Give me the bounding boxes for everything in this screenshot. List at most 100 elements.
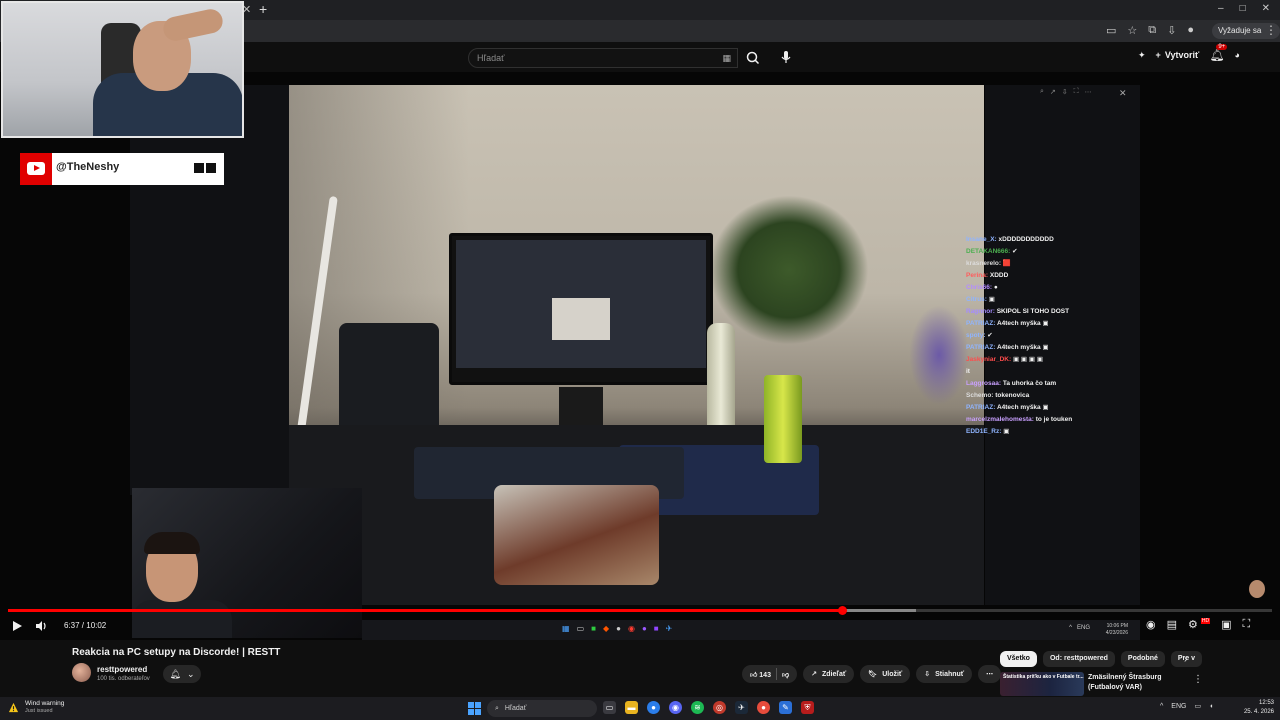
mini-viewer-avatar [1249, 580, 1265, 598]
app-red-icon[interactable]: ◎ [713, 701, 726, 714]
like-button[interactable]: 👍︎ 143 [750, 670, 771, 679]
voice-search-button[interactable] [776, 47, 796, 67]
chat-username: Citrus: [966, 296, 987, 303]
channel-name[interactable]: resttpowered [97, 665, 147, 674]
recommended-more-icon[interactable]: ⋮ [1193, 674, 1203, 685]
filter-chip[interactable]: Od: resttpowered [1042, 651, 1115, 667]
maximize-icon[interactable]: □ [1240, 3, 1246, 14]
autoplay-toggle-icon[interactable]: ◉ [1146, 618, 1156, 631]
volume-button[interactable] [34, 619, 48, 638]
dislike-button[interactable]: 👎︎ [782, 670, 789, 679]
fullscreen-toggle-icon[interactable]: ⛶ [1243, 618, 1251, 631]
channel-avatar[interactable] [72, 663, 91, 682]
recommended-video-thumbnail[interactable]: Štatistika príťku ako v Futbale tr... [1000, 672, 1084, 696]
chat-message: EDD1E_Rz: ▣ [966, 426, 1136, 438]
notes-icon[interactable]: ✎ [779, 701, 792, 714]
search-button[interactable] [740, 48, 766, 68]
monitor-window [552, 298, 610, 340]
downloads-icon[interactable]: ⇩ [1167, 24, 1176, 37]
inner-close-icon: ✕ [1119, 88, 1127, 98]
app-icon-blue: ✈ [665, 624, 673, 633]
play-button[interactable] [10, 619, 24, 638]
more-actions-button[interactable]: ⋯ [978, 665, 1002, 683]
share-label: Zdieľať [821, 670, 847, 678]
chat-username: PATRIAZ: [966, 404, 996, 411]
spotify-icon[interactable]: ≋ [691, 701, 704, 714]
filter-chip[interactable]: Všetko [1000, 651, 1037, 667]
streamer-webcam [1, 1, 244, 138]
share-button[interactable]: ↗ Zdieľať [803, 665, 855, 683]
new-tab-icon[interactable]: + [259, 1, 267, 17]
video-actions: 👍︎ 143 👎︎ ↗ Zdieľať 🔖︎ Uložiť ⇩ Stiahnuť… [742, 665, 1002, 683]
network-icon[interactable]: ▭ [1194, 702, 1201, 710]
chat-message: DETAKAN666: ✔ [966, 246, 1136, 258]
chat-username: marcelzmalehomesta: [966, 416, 1034, 423]
weather-subtitle: Just issued [25, 708, 53, 714]
chat-message: Citrus: ▣ [966, 294, 1136, 306]
app-icon-green: ■ [591, 624, 596, 633]
browser-menu-icon[interactable]: ⋮ [1265, 23, 1277, 37]
chat-text: tokenovica [993, 392, 1030, 399]
start-tile-2 [475, 702, 481, 708]
subtitles-icon[interactable]: ▤ [1167, 618, 1177, 631]
search-input[interactable]: Hľadať ▦ [468, 48, 738, 68]
progress-bar[interactable] [8, 606, 1272, 615]
minimize-icon[interactable]: – [1218, 3, 1224, 14]
recommended-video-title[interactable]: Zmäsilnený Štrasburg (Futbalový VAR) [1088, 673, 1198, 693]
chat-message: Perina: XDDD [966, 270, 1136, 282]
file-explorer-icon[interactable]: ▬ [625, 701, 638, 714]
settings-gear-icon[interactable]: ⚙ [1188, 618, 1198, 631]
chrome-active-icon[interactable]: ● [757, 701, 770, 714]
start-button[interactable] [468, 702, 481, 715]
cast-icon[interactable]: ▭ [1106, 24, 1116, 37]
start-tile-1 [468, 702, 474, 708]
extensions-icon[interactable]: ⧉ [1148, 24, 1156, 37]
subscription-bell-button[interactable]: 🔔︎ ⌄ [163, 665, 201, 683]
download-button[interactable]: ⇩ Stiahnuť [916, 665, 973, 683]
miniplayer-icon[interactable]: ▣ [1221, 618, 1231, 631]
profile-avatar-icon[interactable]: ● [1187, 24, 1194, 37]
fullscreen-icon: ⛶ [1073, 88, 1079, 95]
streamer-arm [161, 7, 225, 43]
windows-start-icon: ▦ [562, 624, 570, 633]
steam-icon[interactable]: ✈ [735, 701, 748, 714]
video-taskbar-icons: ▦ ▭ ■ ◆ ● ◉ ● ■ ✈ [562, 624, 672, 633]
chrome-icon[interactable]: ● [647, 701, 660, 714]
chat-message: Schemo: tokenovica [966, 390, 1136, 402]
bookmark-star-icon[interactable]: ☆ [1127, 24, 1137, 37]
chat-text: A4tech myška ▣ [995, 404, 1049, 411]
weather-text: Wind warning Just issued [25, 700, 64, 715]
volume-icon [36, 621, 46, 631]
filter-chip[interactable]: Podobné [1120, 651, 1165, 667]
create-button[interactable]: + Vytvoriť [1156, 50, 1200, 60]
recommendation-filter-chips: Všetko Od: resttpowered Podobné Pre v [1000, 651, 1202, 667]
chat-username: krasnerelo: [966, 260, 1002, 267]
weather-widget[interactable]: Wind warning Just issued [8, 700, 64, 715]
account-avatar[interactable]: ◕ [1235, 50, 1240, 60]
discord-icon[interactable]: ◉ [669, 701, 682, 714]
thumbs-down-icon: 👎︎ [781, 671, 790, 679]
chat-message: Ragnnor: SKIPOL SI TOHO DOST [966, 306, 1136, 318]
task-view-icon[interactable]: ▭ [603, 701, 616, 714]
notifications-badge: 9+ [1216, 44, 1228, 50]
close-window-icon[interactable]: ✕ [1262, 3, 1270, 14]
notifications-button[interactable]: 🔔︎ 9+ [1209, 44, 1228, 62]
speaker-icon[interactable]: ◖ [1209, 703, 1213, 710]
chat-username: Laggrosaa: [966, 380, 1002, 387]
reactor-hair [144, 532, 200, 554]
chip-scroll-right-icon[interactable]: › [1184, 654, 1187, 665]
progress-played [8, 609, 843, 612]
app-icon-steam: ● [616, 624, 621, 633]
taskbar-clock[interactable]: 12:53 25. 4. 2026 [1240, 699, 1274, 717]
premium-sparkle-icon[interactable]: ✦ [1138, 50, 1146, 61]
tray-overflow-icon[interactable]: ^ [1160, 703, 1163, 710]
cake-box [494, 485, 659, 585]
chat-text: ● [992, 284, 998, 291]
save-button[interactable]: 🔖︎ Uložiť [860, 665, 911, 683]
language-indicator[interactable]: ENG [1171, 703, 1186, 710]
background-screen-left [130, 85, 290, 495]
chat-text: A4tech myška ▣ [995, 320, 1049, 327]
keyboard-icon[interactable]: ▦ [722, 53, 731, 64]
shield-icon[interactable]: ⛨ [801, 701, 814, 714]
taskbar-search[interactable]: ⌕ Hľadať [487, 700, 597, 717]
